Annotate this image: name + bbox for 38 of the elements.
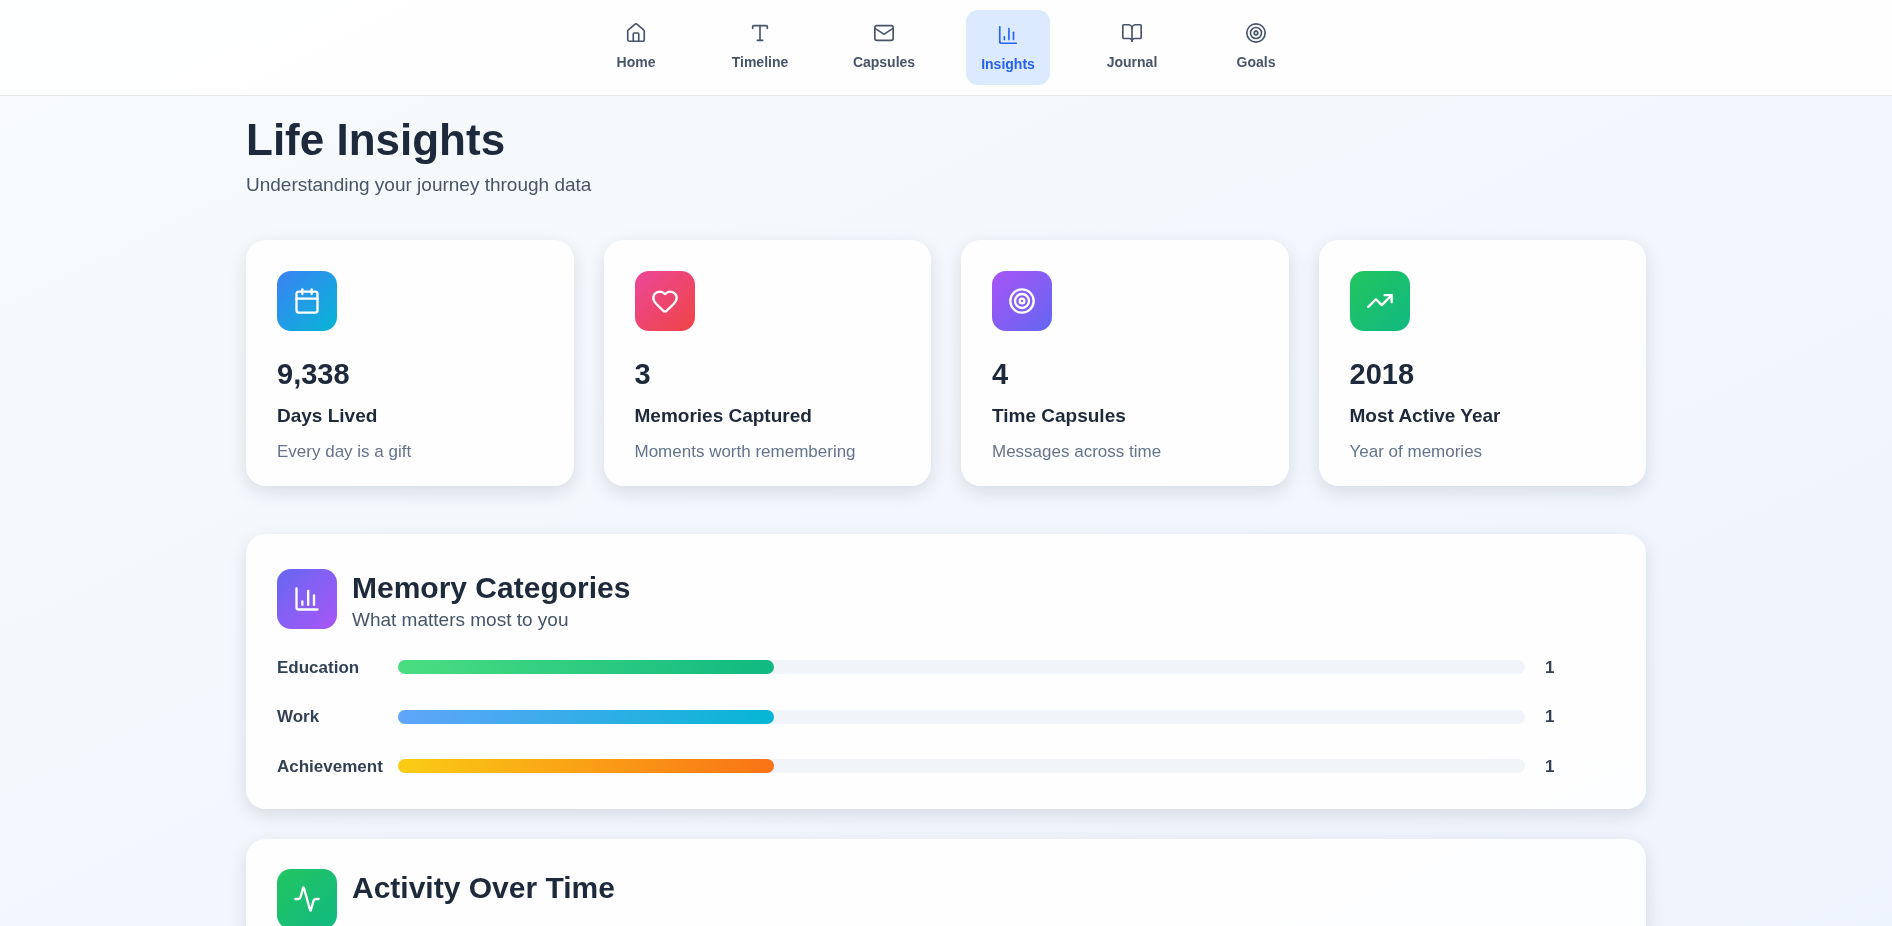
calendar-icon (293, 286, 321, 315)
category-count: 1 (1544, 706, 1556, 728)
stat-note: Moments worth remembering (634, 440, 857, 463)
category-name: Achievement (277, 755, 384, 778)
stat-value: 2018 (1349, 356, 1415, 392)
nav-tab[interactable]: Goals (1214, 10, 1298, 85)
target-icon (1245, 22, 1267, 44)
category-name: Work (277, 706, 321, 728)
bar-chart-icon (293, 584, 321, 613)
nav-tab[interactable]: Capsules (842, 10, 926, 85)
page-subtitle: Understanding your journey through data (246, 173, 593, 197)
stat-value: 9,338 (277, 356, 351, 392)
nav-tab[interactable]: Timeline (718, 10, 802, 85)
stat-value: 4 (992, 356, 1010, 392)
section-title: Memory Categories (352, 569, 631, 606)
book-icon (1121, 22, 1143, 44)
stat-note: Every day is a gift (277, 440, 413, 463)
nav-tab[interactable]: Insights (966, 10, 1050, 85)
category-name: Education (277, 656, 361, 679)
nav-tab[interactable]: Journal (1090, 10, 1174, 85)
category-count: 1 (1544, 755, 1556, 778)
envelope-icon (873, 22, 895, 44)
section-subtitle: What matters most to you (352, 608, 570, 632)
home-icon (625, 22, 647, 44)
stat-value: 3 (634, 356, 652, 392)
bar-chart-icon (997, 24, 1019, 46)
page-title: Life Insights (246, 114, 507, 166)
category-count: 1 (1544, 656, 1556, 679)
stat-label: Days Lived (277, 404, 379, 428)
section-title: Activity Over Time (352, 870, 615, 906)
nav-tab[interactable]: Home (594, 10, 678, 85)
stat-label: Time Capsules (992, 404, 1127, 428)
stat-note: Year of memories (1349, 440, 1484, 463)
stat-label: Most Active Year (1349, 404, 1502, 428)
target-icon (1008, 286, 1036, 315)
stat-note: Messages across time (992, 440, 1163, 463)
pulse-icon (293, 885, 321, 913)
stat-label: Memories Captured (634, 404, 813, 428)
